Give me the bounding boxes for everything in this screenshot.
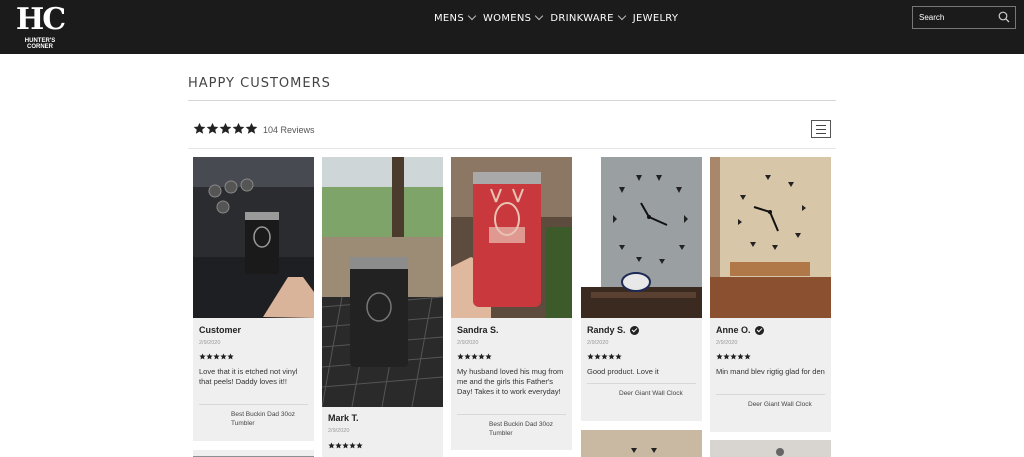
review-date: 2/9/2020 [199,340,221,346]
review-product[interactable]: Best Buckin Dad 30oz Tumbler [231,410,306,428]
star-icon [245,122,258,134]
star-icon [723,353,730,360]
review-text: Min mand blev rigtig glad for den [716,367,825,376]
star-icon [601,353,608,360]
star-icon [206,122,219,134]
review-count[interactable]: 104 Reviews [263,125,315,135]
review-card[interactable]: Customer 2/9/2020 Love that it is etched… [193,157,314,441]
review-card[interactable] [581,430,702,457]
search-box [912,6,1016,29]
star-icon [478,353,485,360]
page-title: HAPPY CUSTOMERS [188,76,331,91]
review-photo[interactable] [710,157,831,318]
star-icon [615,353,622,360]
star-icon [213,353,220,360]
star-icon [485,353,492,360]
search-icon[interactable] [998,11,1010,23]
review-date: 2/9/2020 [716,340,738,346]
star-icon [199,353,206,360]
divider [716,394,825,395]
star-icon [206,353,213,360]
star-icon [328,442,335,449]
star-icon [737,353,744,360]
review-photo[interactable] [581,430,702,457]
review-stars [716,353,751,360]
review-product[interactable]: Best Buckin Dad 30oz Tumbler [489,420,564,438]
divider [188,148,836,149]
review-card[interactable]: Anne O. 2/9/2020 Min mand blev rigtig gl… [710,157,831,432]
star-icon [335,442,342,449]
review-text: My husband loved his mug from me and the… [457,367,564,396]
menu-icon [816,125,826,126]
star-icon [342,442,349,449]
review-stars [457,353,492,360]
review-photo[interactable] [710,440,831,457]
review-text: Good product. Love it [587,367,659,376]
site-header: HC HUNTER'S CORNER MENS WOMENS DRINKWARE… [0,0,1024,54]
star-icon [716,353,723,360]
reviewer-name: Sandra S. [457,325,499,335]
divider [199,404,308,405]
reviewer-name: Customer [199,325,242,335]
review-stars [587,353,622,360]
review-product[interactable]: Deer Giant Wall Clock [748,400,828,409]
logo-text: HUNTER'S CORNER [24,38,56,50]
review-card[interactable]: Mark T. 2/9/2020 [322,157,443,457]
star-icon [587,353,594,360]
chevron-down-icon [467,11,477,21]
star-icon [457,353,464,360]
verified-badge-icon [754,325,764,335]
review-date: 2/9/2020 [457,340,479,346]
review-product[interactable]: Deer Giant Wall Clock [619,389,699,398]
review-text: Love that it is etched not vinyl that pe… [199,367,298,386]
star-icon [356,442,363,449]
site-logo[interactable]: HC HUNTER'S CORNER [12,2,68,50]
review-photo[interactable] [451,157,572,318]
divider [457,414,566,415]
layout-menu-button[interactable] [811,120,831,138]
star-icon [744,353,751,360]
chevron-down-icon [617,11,627,21]
main-nav: MENS WOMENS DRINKWARE JEWELRY [434,10,686,26]
star-icon [471,353,478,360]
star-icon [232,122,245,134]
reviewer-name: Mark T. [328,413,359,423]
review-card[interactable] [710,440,831,457]
logo-mark: HC [15,2,66,37]
star-icon [464,353,471,360]
star-icon [220,353,227,360]
star-icon [219,122,232,134]
reviewer-name: Randy S. [587,325,639,335]
review-photo[interactable] [193,157,314,318]
star-icon [608,353,615,360]
review-date: 2/9/2020 [587,340,609,346]
reviewer-name: Anne O. [716,325,764,335]
star-icon [349,442,356,449]
review-photo[interactable] [581,157,702,318]
chevron-down-icon [535,11,544,21]
verified-badge-icon [629,325,639,335]
star-icon [193,122,206,134]
divider [587,383,696,384]
review-stars [199,353,234,360]
star-icon [730,353,737,360]
star-icon [594,353,601,360]
nav-item-womens[interactable]: WOMENS [483,11,544,24]
review-card[interactable] [193,450,314,457]
review-date: 2/9/2020 [328,428,350,434]
star-icon [227,353,234,360]
review-card[interactable]: Randy S. 2/9/2020 Good product. Love it … [581,157,702,421]
nav-item-drinkware[interactable]: DRINKWARE [550,11,627,24]
overall-rating-stars [193,122,258,135]
review-card[interactable]: Sandra S. 2/9/2020 My husband loved his … [451,157,572,450]
nav-item-jewelry[interactable]: JEWELRY [633,13,679,24]
review-photo[interactable] [322,157,443,407]
review-stars [328,442,363,449]
nav-item-mens[interactable]: MENS [434,11,477,24]
search-input[interactable] [913,7,999,28]
divider [188,100,836,101]
